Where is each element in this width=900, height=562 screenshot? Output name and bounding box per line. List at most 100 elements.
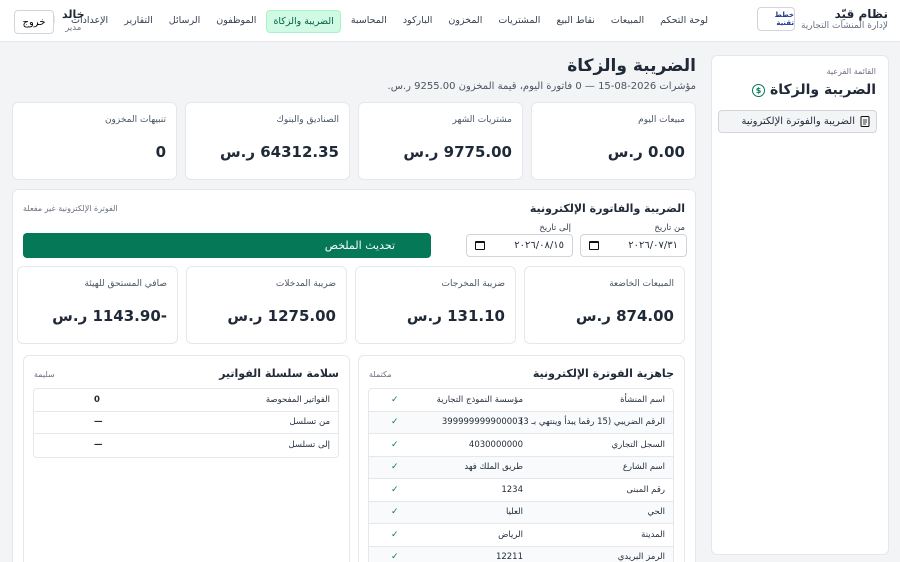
row-value: 399999999900003 xyxy=(441,417,523,428)
top-bar: نظام قيّد لإدارة المنشآت التجارية خطط تق… xyxy=(0,0,900,42)
brand-name: نظام قيّد xyxy=(834,7,888,21)
row-label: رقم المبنى xyxy=(626,484,665,495)
table-row: السجل التجاري 4030000000 ✓ xyxy=(369,434,673,457)
kpi-label: ضريبة المخرجات xyxy=(441,279,505,289)
row-label: اسم الشارع xyxy=(622,462,665,473)
brand[interactable]: نظام قيّد لإدارة المنشآت التجارية خطط تق… xyxy=(756,7,888,31)
calendar-icon[interactable] xyxy=(589,241,599,250)
kpi-card-input-tax: ضريبة المدخلات 1275.00 ر.س xyxy=(186,266,347,344)
row-value: 0 xyxy=(94,394,100,405)
nav-inventory[interactable]: المخزون xyxy=(442,10,488,33)
kpi-value: -1143.90 ر.س xyxy=(52,307,167,325)
tax-kpi-row: المبيعات الخاضعة 874.00 ر.س ضريبة المخرج… xyxy=(17,266,685,344)
kpi-row: مبيعات اليوم 0.00 ر.س مشتريات الشهر 9775… xyxy=(12,102,696,180)
kpi-card-output-tax: ضريبة المخرجات 131.10 ر.س xyxy=(355,266,516,344)
check-icon: ✓ xyxy=(391,439,399,450)
nav-dashboard[interactable]: لوحة التحكم xyxy=(654,10,714,33)
brand-subtitle: لإدارة المنشآت التجارية xyxy=(800,21,888,31)
nav-reports[interactable]: التقارير xyxy=(118,10,159,33)
einvoice-readiness-card: جاهزية الفوترة الإلكترونية مكتملة اسم ال… xyxy=(358,355,685,562)
row-label: الفواتير المفحوصة xyxy=(265,394,330,405)
table-row: من تسلسل — xyxy=(34,412,338,434)
nav-messages[interactable]: الرسائل xyxy=(163,10,206,33)
readiness-status: مكتملة xyxy=(369,370,392,379)
sidebar-item-label: الضريبة والفوترة الإلكترونية xyxy=(741,116,855,127)
row-value: العليا xyxy=(505,507,523,518)
table-row: اسم المنشأة مؤسسة النموذج التجارية ✓ xyxy=(369,389,673,412)
logout-button[interactable]: خروج xyxy=(14,10,54,34)
user-role: مدير xyxy=(65,23,82,33)
brand-logo-text: خطط تقنية xyxy=(774,11,794,27)
kpi-value: 874.00 ر.س xyxy=(575,307,674,325)
nav-barcode[interactable]: الباركود xyxy=(397,10,439,33)
table-row: الفواتير المفحوصة 0 xyxy=(34,389,338,412)
row-value: 4030000000 xyxy=(468,439,523,450)
row-label: الرقم الضريبي (15 رقما يبدأ وينتهي بـ 3) xyxy=(519,417,665,428)
row-label: السجل التجاري xyxy=(611,439,665,450)
kpi-label: الصناديق والبنوك xyxy=(276,115,339,125)
nav-accounting[interactable]: المحاسبة xyxy=(345,10,393,33)
nav-purchases[interactable]: المشتريات xyxy=(492,10,546,33)
kpi-card-stock-alerts: تنبيهات المخزون 0 xyxy=(12,102,177,180)
row-label: الحي xyxy=(647,507,665,518)
to-date-input[interactable]: ٢٠٢٦/٠٨/١٥ xyxy=(466,234,573,257)
row-value: مؤسسة النموذج التجارية xyxy=(436,394,523,405)
readiness-table: اسم المنشأة مؤسسة النموذج التجارية ✓ الرقم… xyxy=(368,388,674,562)
table-row: المدينة الرياض ✓ xyxy=(369,524,673,547)
row-label: الرمز البريدي xyxy=(617,552,665,562)
refresh-summary-label: تحديث الملخص xyxy=(324,239,395,252)
to-date-label: إلى تاريخ xyxy=(539,223,571,233)
panel-title: الضريبة والفاتورة الإلكترونية xyxy=(529,202,685,215)
kpi-value: 64312.35 ر.س xyxy=(219,143,339,161)
integrity-status: سليمة xyxy=(34,370,55,379)
from-date-input[interactable]: ٢٠٢٦/٠٧/٣١ xyxy=(580,234,687,257)
calendar-icon[interactable] xyxy=(475,241,485,250)
document-icon xyxy=(860,116,870,127)
row-value: 12211 xyxy=(495,552,523,562)
kpi-label: ضريبة المدخلات xyxy=(275,279,336,289)
nav-sales[interactable]: المبيعات xyxy=(605,10,650,33)
table-row: إلى تسلسل — xyxy=(34,434,338,457)
kpi-value: 0 xyxy=(155,143,166,161)
integrity-table: الفواتير المفحوصة 0 من تسلسل — إلى تسلسل — xyxy=(33,388,339,458)
row-label: المدينة xyxy=(641,529,665,540)
kpi-card-net-due: صافي المستحق للهيئة -1143.90 ر.س xyxy=(17,266,178,344)
from-date-label: من تاريخ xyxy=(654,223,685,233)
row-value: — xyxy=(94,440,103,451)
row-value: — xyxy=(94,417,103,428)
brand-text: نظام قيّد لإدارة المنشآت التجارية xyxy=(801,7,888,31)
kpi-label: المبيعات الخاضعة xyxy=(609,279,674,289)
check-icon: ✓ xyxy=(391,552,399,562)
nav-pos[interactable]: نقاط البيع xyxy=(550,10,600,33)
table-row: اسم الشارع طريق الملك فهد ✓ xyxy=(369,456,673,479)
check-icon: ✓ xyxy=(391,529,399,540)
user-info: خالد مدير xyxy=(62,8,85,33)
check-icon: ✓ xyxy=(391,394,399,405)
sidebar-title-text: الضريبة والزكاة xyxy=(769,82,876,98)
table-row: الرقم الضريبي (15 رقما يبدأ وينتهي بـ 3)… xyxy=(369,411,673,434)
to-date-value: ٢٠٢٦/٠٨/١٥ xyxy=(514,240,564,251)
kpi-card-month-purchases: مشتريات الشهر 9775.00 ر.س xyxy=(358,102,523,180)
einvoice-status-note: الفوترة الإلكترونية غير مفعلة xyxy=(23,204,118,213)
invoice-chain-card: سلامة سلسلة الفواتير سليمة الفواتير المف… xyxy=(23,355,350,562)
table-row: الرمز البريدي 12211 ✓ xyxy=(369,546,673,562)
kpi-card-today-sales: مبيعات اليوم 0.00 ر.س xyxy=(531,102,696,180)
tax-einvoice-panel: الضريبة والفاتورة الإلكترونية الفوترة ال… xyxy=(12,189,696,562)
row-value: 1234 xyxy=(501,484,523,495)
readiness-title: جاهزية الفوترة الإلكترونية xyxy=(532,367,674,380)
check-icon: ✓ xyxy=(391,417,399,428)
kpi-label: مبيعات اليوم xyxy=(638,115,685,125)
row-label: إلى تسلسل xyxy=(288,440,330,451)
nav-employees[interactable]: الموظفون xyxy=(210,10,262,33)
currency-icon: $ xyxy=(751,83,765,97)
page-title: الضريبة والزكاة xyxy=(567,56,696,76)
check-icon: ✓ xyxy=(391,462,399,473)
refresh-summary-button[interactable]: تحديث الملخص xyxy=(23,233,431,258)
kpi-value: 1275.00 ر.س xyxy=(227,307,336,325)
table-row: رقم المبنى 1234 ✓ xyxy=(369,479,673,502)
sidebar-item-tax-einvoice[interactable]: الضريبة والفوترة الإلكترونية xyxy=(718,110,877,133)
nav-tax-zakat[interactable]: الضريبة والزكاة xyxy=(266,10,341,33)
table-row: الحي العليا ✓ xyxy=(369,501,673,524)
row-label: من تسلسل xyxy=(289,417,330,428)
from-date-value: ٢٠٢٦/٠٧/٣١ xyxy=(628,240,678,251)
